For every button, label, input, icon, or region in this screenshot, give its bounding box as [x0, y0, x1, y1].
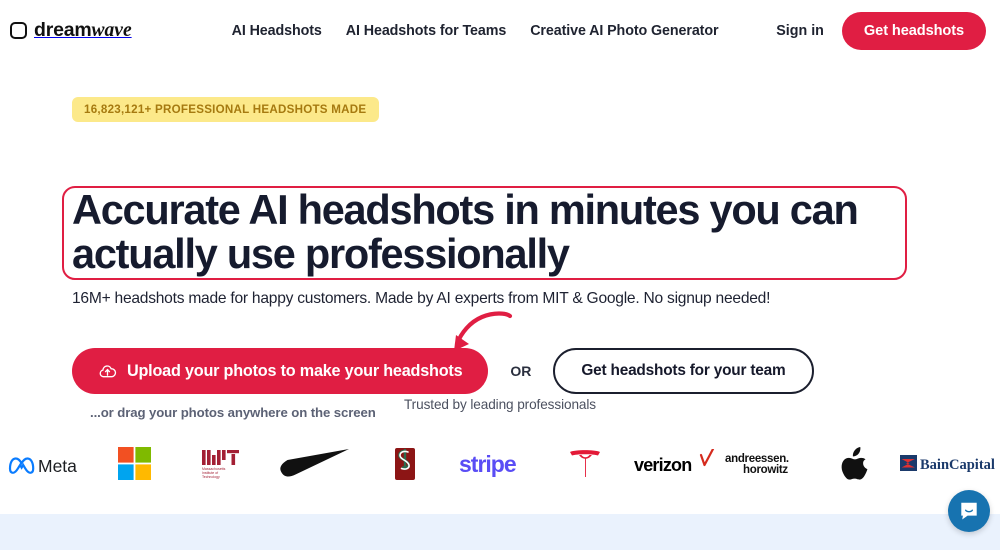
hero-subheadline: 16M+ headshots made for happy customers.… — [72, 290, 771, 307]
upload-photos-label: Upload your photos to make your headshot… — [127, 361, 463, 380]
brand-name-italic: wave — [91, 20, 132, 41]
chat-launcher-button[interactable] — [948, 490, 990, 532]
page-title: Accurate AI headshots in minutes you can… — [72, 186, 859, 277]
or-separator: OR — [510, 363, 532, 379]
logo-tesla — [540, 438, 630, 490]
svg-text:BainCapital: BainCapital — [920, 457, 995, 473]
chat-bubble-icon — [961, 502, 977, 520]
svg-text:horowitz: horowitz — [743, 464, 788, 476]
mit-logo: Massachusetts Institute of Technology — [202, 450, 239, 479]
stripe-logo: stripe — [459, 451, 517, 477]
logo-apple — [810, 438, 900, 490]
cloud-upload-icon — [99, 364, 117, 377]
svg-text:Technology: Technology — [202, 475, 220, 479]
apple-logo — [841, 447, 868, 480]
meta-logo: Meta — [8, 456, 77, 476]
rounded-square-outline-icon — [10, 22, 27, 39]
svg-text:Meta: Meta — [38, 456, 77, 476]
microsoft-logo — [118, 447, 151, 480]
verizon-logo: verizon — [634, 449, 715, 475]
brand-name-bold: dream — [34, 19, 92, 41]
trusted-logo-strip: Meta Massachusetts Institute of Technolo… — [0, 438, 1000, 490]
sign-in-link[interactable]: Sign in — [776, 23, 824, 39]
nav-link-ai-headshots-for-teams[interactable]: AI Headshots for Teams — [346, 23, 507, 39]
next-section-band — [0, 514, 1000, 550]
logo-nike — [270, 438, 360, 490]
upload-photos-button[interactable]: Upload your photos to make your headshot… — [72, 348, 489, 394]
main-navigation: AI Headshots AI Headshots for Teams Crea… — [232, 23, 719, 39]
nike-swoosh-logo — [280, 449, 349, 477]
hero-cta-row: Upload your photos to make your headshot… — [72, 348, 814, 394]
logo-verizon: verizon — [630, 438, 720, 490]
logo-stripe: stripe — [450, 438, 540, 490]
headshots-made-badge: 16,823,121+ PROFESSIONAL HEADSHOTS MADE — [72, 97, 380, 122]
svg-text:verizon: verizon — [634, 455, 691, 475]
nav-link-creative-ai-photo-generator[interactable]: Creative AI Photo Generator — [530, 23, 718, 39]
stanford-logo — [395, 448, 415, 480]
logo-andreessen-horowitz: andreessen. horowitz — [720, 438, 810, 490]
hero-section: 16,823,121+ PROFESSIONAL HEADSHOTS MADE … — [0, 61, 1000, 420]
header-actions: Sign in Get headshots — [776, 11, 986, 50]
brand-logo[interactable]: dreamwave — [10, 19, 132, 42]
a16z-logo: andreessen. horowitz — [725, 453, 789, 476]
get-headshots-button[interactable]: Get headshots — [841, 11, 986, 50]
nav-link-ai-headshots[interactable]: AI Headshots — [232, 23, 322, 39]
logo-bain-capital: BainCapital — [900, 438, 1000, 490]
logo-meta: Meta — [0, 438, 90, 490]
badge-row: 16,823,121+ PROFESSIONAL HEADSHOTS MADE — [0, 61, 1000, 122]
logo-microsoft — [90, 438, 180, 490]
bain-capital-logo: BainCapital — [900, 455, 995, 473]
brand-wordmark: dreamwave — [34, 19, 132, 42]
trusted-by-heading: Trusted by leading professionals — [403, 397, 596, 412]
tesla-logo — [570, 450, 600, 477]
site-header: dreamwave AI Headshots AI Headshots for … — [0, 0, 1000, 61]
logo-stanford — [360, 438, 450, 490]
get-headshots-for-team-button[interactable]: Get headshots for your team — [553, 348, 814, 394]
logo-mit: Massachusetts Institute of Technology — [180, 438, 270, 490]
svg-text:stripe: stripe — [459, 451, 516, 477]
